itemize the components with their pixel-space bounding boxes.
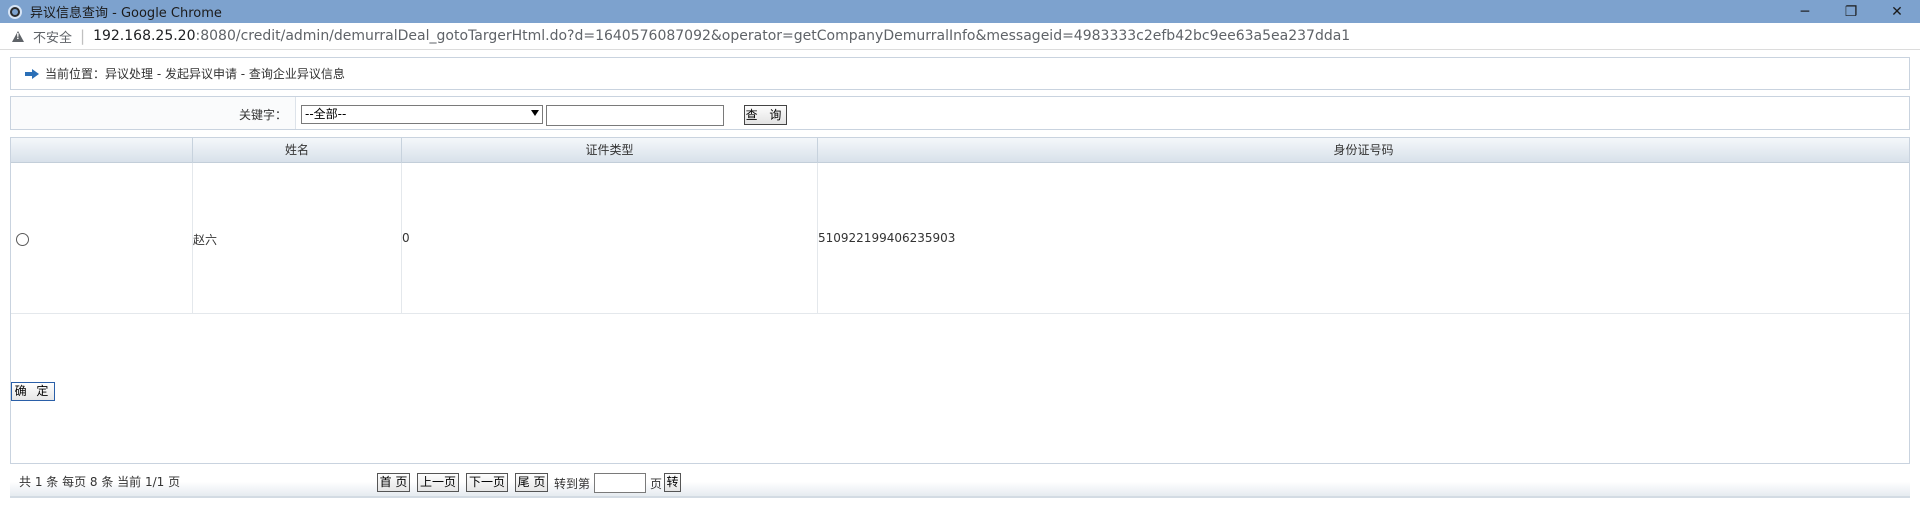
security-label[interactable]: 不安全 [33, 27, 72, 46]
chevron-down-icon [531, 110, 539, 116]
window-titlebar: 异议信息查询 - Google Chrome ─ ❐ ✕ [0, 0, 1920, 23]
goto-label: 转到第 [554, 477, 591, 491]
header-id-type: 证件类型 [402, 138, 818, 163]
cell-select [11, 163, 193, 314]
url-text[interactable]: 192.168.25.20:8080/credit/admin/demurral… [93, 28, 1350, 44]
address-separator: | [80, 27, 86, 45]
url-path: :8080/credit/admin/demurralDeal_gotoTarg… [195, 28, 1351, 44]
header-select [11, 138, 193, 163]
table-header: 姓名 证件类型 身份证号码 [11, 138, 1909, 163]
url-host: 192.168.25.20 [93, 28, 196, 44]
chrome-app-icon [8, 4, 22, 19]
arrow-right-icon [25, 68, 39, 79]
row-name: 赵六 [193, 233, 218, 247]
go-button[interactable]: 转 [664, 473, 681, 492]
first-page-button[interactable]: 首 页 [377, 473, 410, 492]
cell-id-number: 510922199406235903 [818, 163, 1909, 314]
page-content: 当前位置：异议处理 - 发起异议申请 - 查询企业异议信息 关键字： --全部-… [0, 51, 1920, 531]
header-name: 姓名 [193, 138, 402, 163]
row-radio[interactable] [16, 233, 29, 246]
results-table: 姓名 证件类型 身份证号码 赵六 0 510922199406235903 确 … [10, 137, 1910, 464]
window-controls: ─ ❐ ✕ [1782, 0, 1920, 23]
confirm-button[interactable]: 确 定 [11, 382, 55, 401]
prev-page-button[interactable]: 上一页 [417, 473, 459, 492]
next-page-button[interactable]: 下一页 [466, 473, 508, 492]
keyword-type-select[interactable]: --全部-- [301, 105, 543, 124]
pagination-bar: 共 1 条 每页 8 条 当前 1/1 页 首 页 上一页 下一页 尾 页 转到… [10, 464, 1910, 498]
warning-icon[interactable] [12, 30, 24, 42]
window-title: 异议信息查询 - Google Chrome [30, 6, 222, 21]
breadcrumb-text: 当前位置：异议处理 - 发起异议申请 - 查询企业异议信息 [45, 67, 345, 81]
search-label-cell: 关键字： [11, 97, 296, 129]
keyword-type-value: --全部-- [305, 107, 347, 121]
row-id-type: 0 [402, 231, 410, 245]
cell-name: 赵六 [193, 163, 402, 314]
keyword-label: 关键字： [238, 108, 287, 122]
minimize-button[interactable]: ─ [1782, 0, 1828, 23]
page-unit-label: 页 [650, 477, 663, 491]
page-number-input[interactable] [594, 473, 646, 493]
search-button[interactable]: 查 询 [744, 105, 787, 125]
pagination-info: 共 1 条 每页 8 条 当前 1/1 页 [19, 475, 181, 489]
address-bar[interactable]: 不安全 | 192.168.25.20:8080/credit/admin/de… [0, 23, 1920, 50]
keyword-input[interactable] [546, 105, 724, 126]
cell-id-type: 0 [402, 163, 818, 314]
breadcrumb: 当前位置：异议处理 - 发起异议申请 - 查询企业异议信息 [10, 57, 1910, 90]
table-row[interactable]: 赵六 0 510922199406235903 [11, 163, 1909, 314]
close-button[interactable]: ✕ [1874, 0, 1920, 23]
search-bar: 关键字： --全部-- 查 询 [10, 96, 1910, 130]
restore-button[interactable]: ❐ [1828, 0, 1874, 23]
header-id-number: 身份证号码 [1333, 143, 1394, 157]
row-id-number: 510922199406235903 [818, 231, 956, 245]
last-page-button[interactable]: 尾 页 [515, 473, 548, 492]
